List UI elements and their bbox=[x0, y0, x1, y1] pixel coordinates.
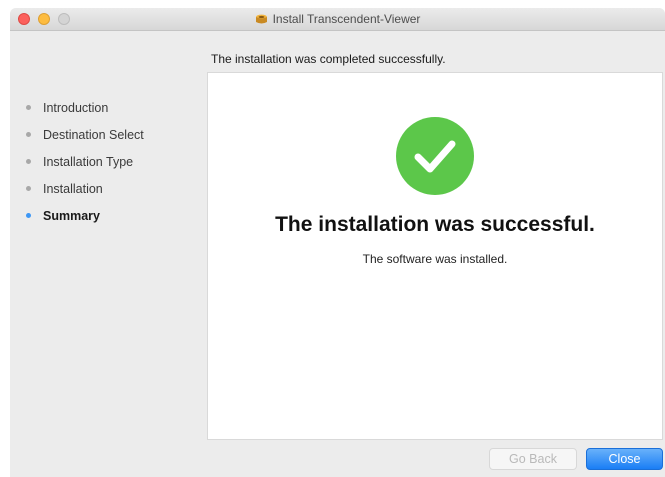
sidebar-item-label: Installation Type bbox=[43, 154, 134, 169]
sidebar-item-label: Summary bbox=[43, 208, 100, 223]
close-button[interactable]: Close bbox=[586, 448, 663, 470]
summary-panel: The installation was successful. The sof… bbox=[207, 72, 663, 440]
sidebar-item-installation-type: Installation Type bbox=[26, 148, 206, 175]
title-bar[interactable]: Install Transcendent-Viewer bbox=[10, 8, 665, 31]
steps-sidebar: Introduction Destination Select Installa… bbox=[26, 94, 206, 229]
sidebar-item-summary: Summary bbox=[26, 202, 206, 229]
step-dot-icon bbox=[26, 132, 31, 137]
sidebar-item-destination-select: Destination Select bbox=[26, 121, 206, 148]
step-dot-icon bbox=[26, 105, 31, 110]
sidebar-item-installation: Installation bbox=[26, 175, 206, 202]
window-title: Install Transcendent-Viewer bbox=[272, 12, 421, 26]
window-title-group: Install Transcendent-Viewer bbox=[10, 8, 665, 30]
success-headline: The installation was successful. bbox=[275, 213, 595, 236]
status-header: The installation was completed successfu… bbox=[211, 52, 446, 66]
sidebar-item-introduction: Introduction bbox=[26, 94, 206, 121]
go-back-button[interactable]: Go Back bbox=[489, 448, 577, 470]
installer-window: Install Transcendent-Viewer The installa… bbox=[10, 8, 665, 477]
success-subtext: The software was installed. bbox=[362, 252, 508, 266]
sidebar-item-label: Introduction bbox=[43, 100, 109, 115]
active-step-dot-icon bbox=[26, 213, 31, 218]
sidebar-item-label: Installation bbox=[43, 181, 103, 196]
package-icon bbox=[255, 14, 268, 25]
step-dot-icon bbox=[26, 159, 31, 164]
step-dot-icon bbox=[26, 186, 31, 191]
checkmark-circle-icon bbox=[396, 117, 474, 195]
sidebar-item-label: Destination Select bbox=[43, 127, 144, 142]
